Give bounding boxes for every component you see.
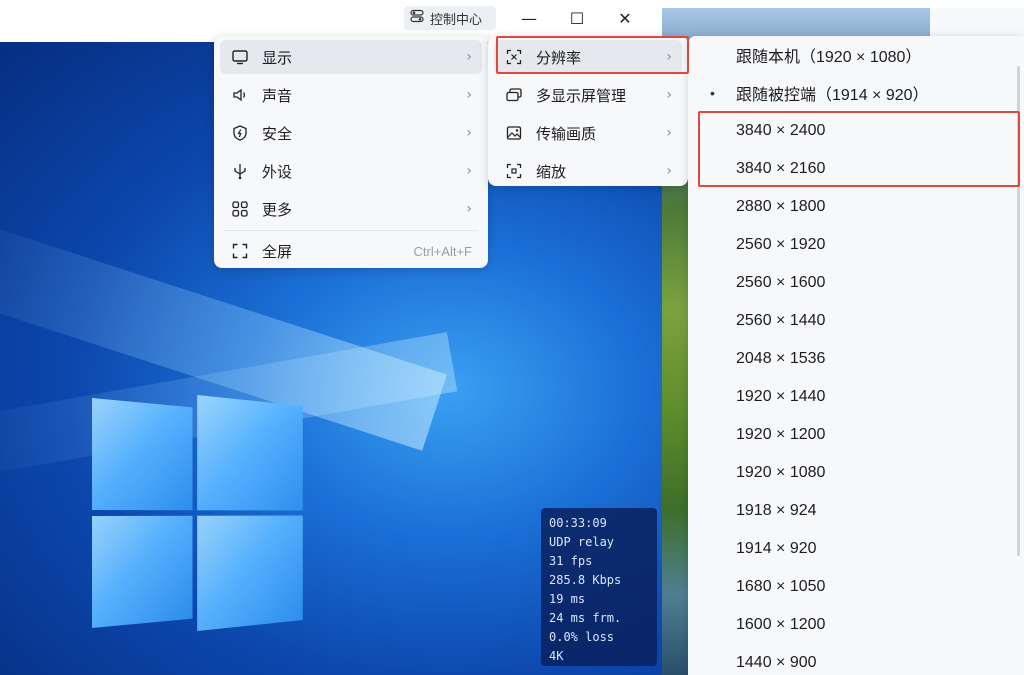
zoom-icon	[504, 161, 524, 181]
chevron-right-icon: ›	[666, 163, 672, 179]
usb-icon	[230, 161, 250, 181]
toggle-icon	[410, 9, 424, 27]
resolution-option[interactable]: 1918 × 924	[688, 494, 1008, 528]
image-quality-icon	[504, 123, 524, 143]
monitor-icon	[230, 47, 250, 67]
resolution-submenu: 跟随本机（1920 × 1080） • 跟随被控端（1914 × 920） 38…	[688, 36, 1024, 675]
resolution-option[interactable]: 1440 × 900	[688, 646, 1008, 675]
chevron-right-icon: ›	[466, 201, 472, 217]
control-center-label: 控制中心	[430, 12, 483, 28]
display-submenu: 分辨率 › 多显示屏管理 › 传输画质 › 缩放 ›	[488, 36, 688, 186]
multi-monitor-icon	[504, 85, 524, 105]
menu-item-sound[interactable]: 声音 ›	[220, 78, 482, 112]
stat-bitrate: 285.8 Kbps	[549, 573, 622, 587]
menu-item-label: 多显示屏管理	[536, 86, 627, 105]
background-window-edge	[930, 8, 1024, 38]
menu-item-label: 分辨率	[536, 48, 582, 67]
menu-item-peripherals[interactable]: 外设 ›	[220, 154, 482, 188]
maximize-button[interactable]: ☐	[562, 6, 592, 30]
control-center-button[interactable]: 控制中心	[404, 6, 496, 30]
menu-item-label: 缩放	[536, 162, 567, 181]
menu-item-label: 安全	[262, 124, 293, 143]
minimize-icon: —	[521, 8, 537, 28]
close-button[interactable]: ✕	[610, 6, 640, 30]
resolution-option[interactable]: 1920 × 1080	[688, 456, 1008, 490]
fullscreen-icon	[230, 241, 250, 261]
selected-dot-icon: •	[710, 85, 715, 101]
chevron-right-icon: ›	[466, 163, 472, 179]
stat-fps: 31 fps	[549, 554, 593, 568]
chevron-right-icon: ›	[466, 125, 472, 141]
close-icon: ✕	[618, 8, 632, 28]
menu-item-label: 外设	[262, 162, 293, 181]
resolution-option[interactable]: 2560 × 1440	[688, 304, 1008, 338]
menu-item-fullscreen[interactable]: 全屏 Ctrl+Alt+F	[220, 234, 482, 268]
resolution-option[interactable]: 1920 × 1200	[688, 418, 1008, 452]
stat-loss: 0.0% loss	[549, 630, 615, 644]
stat-frame-time: 24 ms frm.	[549, 611, 622, 625]
stream-stats-overlay: 00:33:09 UDP relay 31 fps 285.8 Kbps 19 …	[541, 508, 657, 666]
grid-icon	[230, 199, 250, 219]
menu-item-multi-monitor[interactable]: 多显示屏管理 ›	[494, 78, 682, 112]
menu-item-zoom[interactable]: 缩放 ›	[494, 154, 682, 188]
fullscreen-shortcut: Ctrl+Alt+F	[413, 243, 472, 259]
stat-quality: 4K	[549, 649, 564, 663]
chevron-right-icon: ›	[466, 49, 472, 65]
speaker-icon	[230, 85, 250, 105]
resolution-option[interactable]: 1914 × 920	[688, 532, 1008, 566]
menu-item-display[interactable]: 显示 ›	[220, 40, 482, 74]
menu-divider	[224, 230, 478, 231]
menu-item-more[interactable]: 更多 ›	[220, 192, 482, 226]
menu-item-security[interactable]: 安全 ›	[220, 116, 482, 150]
resolution-option[interactable]: 3840 × 2400	[688, 114, 1008, 148]
scrollbar[interactable]	[1017, 66, 1020, 556]
main-menu: 显示 › 声音 › 安全 › 外设 › 更多 › 全屏 Ctrl+Alt+F	[214, 36, 488, 268]
menu-item-label: 显示	[262, 48, 293, 67]
chevron-right-icon: ›	[466, 87, 472, 103]
menu-item-image-quality[interactable]: 传输画质 ›	[494, 116, 682, 150]
minimize-button[interactable]: —	[514, 6, 544, 30]
menu-item-label: 更多	[262, 200, 293, 219]
stat-latency: 19 ms	[549, 592, 586, 606]
resolution-option[interactable]: 2560 × 1920	[688, 228, 1008, 262]
resolution-option-selected[interactable]: • 跟随被控端（1914 × 920）	[688, 76, 1008, 110]
resolution-option[interactable]: 2880 × 1800	[688, 190, 1008, 224]
menu-item-label: 全屏	[262, 242, 293, 261]
stat-elapsed-time: 00:33:09	[549, 516, 607, 530]
resolution-option[interactable]: 3840 × 2160	[688, 152, 1008, 186]
resolution-option[interactable]: 跟随本机（1920 × 1080）	[688, 38, 1008, 72]
maximize-icon: ☐	[569, 8, 585, 28]
resolution-option[interactable]: 1600 × 1200	[688, 608, 1008, 642]
shield-icon	[230, 123, 250, 143]
stat-connection-type: UDP relay	[549, 535, 615, 549]
chevron-right-icon: ›	[666, 125, 672, 141]
resolution-icon	[504, 47, 524, 67]
chevron-right-icon: ›	[666, 49, 672, 65]
resolution-option[interactable]: 1680 × 1050	[688, 570, 1008, 604]
resolution-option[interactable]: 1920 × 1440	[688, 380, 1008, 414]
chevron-right-icon: ›	[666, 87, 672, 103]
windows-logo	[92, 354, 304, 672]
menu-item-label: 声音	[262, 86, 293, 105]
menu-item-resolution[interactable]: 分辨率 ›	[494, 40, 682, 74]
resolution-option[interactable]: 2048 × 1536	[688, 342, 1008, 376]
resolution-option[interactable]: 2560 × 1600	[688, 266, 1008, 300]
menu-item-label: 传输画质	[536, 124, 597, 143]
